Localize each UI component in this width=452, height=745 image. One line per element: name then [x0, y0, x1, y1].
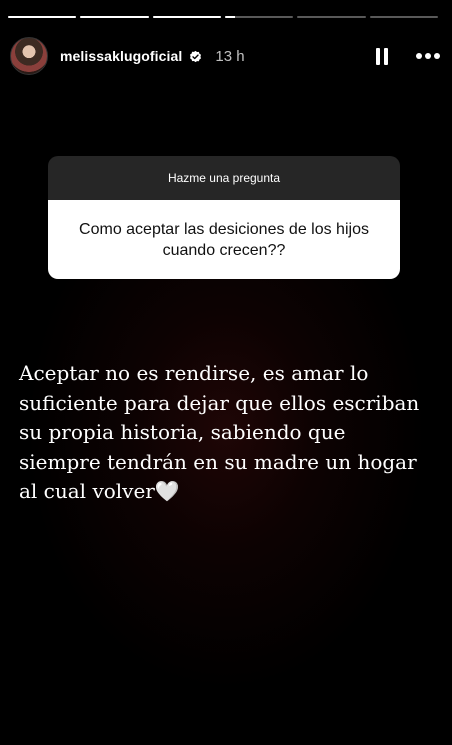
- username[interactable]: melissaklugoficial: [60, 48, 182, 64]
- progress-segment: [297, 16, 366, 18]
- question-sticker: Hazme una pregunta Como aceptar las desi…: [48, 156, 400, 279]
- more-options-icon[interactable]: [416, 53, 440, 59]
- progress-segment: [369, 16, 438, 18]
- verified-badge-icon: [190, 50, 202, 62]
- timestamp: 13 h: [215, 47, 245, 65]
- avatar[interactable]: [10, 37, 48, 75]
- progress-segment: [152, 16, 221, 18]
- story-header: melissaklugoficial 13 h: [10, 36, 440, 76]
- story-progress-bar: [8, 16, 438, 18]
- progress-segment: [80, 16, 149, 18]
- story-caption: Aceptar no es rendirse, es amar lo sufic…: [19, 361, 420, 503]
- story-viewer[interactable]: melissaklugoficial 13 h Hazme una pregun…: [0, 0, 452, 745]
- question-sticker-title: Hazme una pregunta: [48, 156, 400, 200]
- progress-segment: [224, 16, 294, 18]
- pause-icon[interactable]: [376, 47, 388, 65]
- question-text: Como aceptar las desiciones de los hijos…: [48, 200, 400, 279]
- progress-segment: [8, 16, 77, 18]
